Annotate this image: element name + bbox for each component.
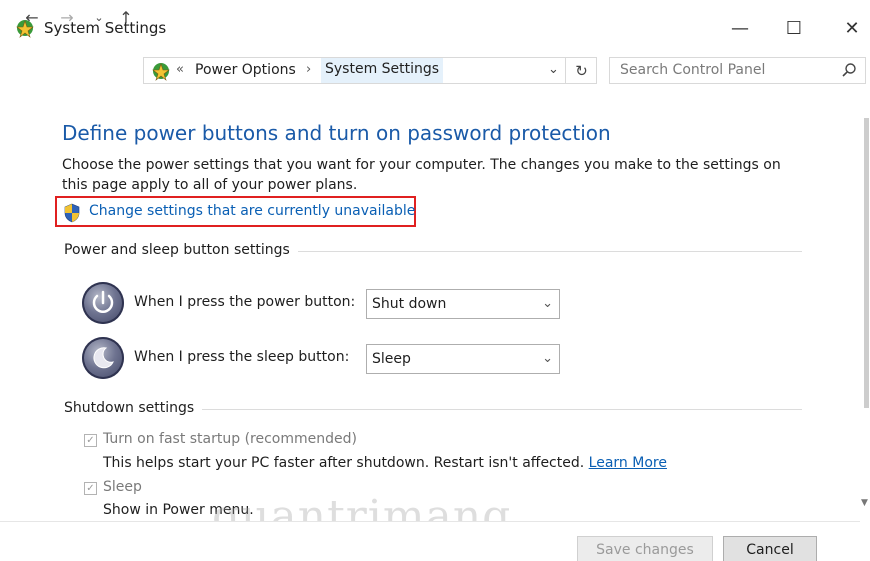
- power-sleep-group-title: Power and sleep button settings: [64, 242, 298, 258]
- fast-startup-description: This helps start your PC faster after sh…: [103, 455, 667, 471]
- sleep-button-select[interactable]: Sleep ⌄: [366, 344, 560, 374]
- sleep-checkbox[interactable]: ✓: [84, 482, 97, 495]
- sleep-checkbox-label: Sleep: [103, 479, 142, 495]
- forward-button[interactable]: →: [56, 6, 78, 28]
- fast-startup-desc-text: This helps start your PC faster after sh…: [103, 455, 585, 471]
- search-box[interactable]: [609, 57, 866, 84]
- power-button-icon: [82, 282, 124, 324]
- maximize-button[interactable]: ☐: [772, 10, 816, 46]
- up-button[interactable]: ↑: [114, 6, 138, 28]
- breadcrumb-overflow[interactable]: «: [176, 62, 184, 77]
- page-title: Define power buttons and turn on passwor…: [62, 121, 611, 145]
- minimize-button[interactable]: —: [718, 10, 762, 46]
- power-button-select[interactable]: Shut down ⌄: [366, 289, 560, 319]
- group-divider: [290, 251, 802, 252]
- breadcrumb-separator[interactable]: ›: [306, 62, 311, 77]
- power-button-label: When I press the power button:: [134, 294, 356, 310]
- breadcrumb-power-options[interactable]: Power Options: [195, 62, 296, 78]
- change-settings-link[interactable]: Change settings that are currently unava…: [89, 203, 415, 219]
- search-input[interactable]: [620, 62, 830, 78]
- back-button[interactable]: ←: [18, 6, 46, 28]
- learn-more-link[interactable]: Learn More: [589, 455, 667, 471]
- power-button-value: Shut down: [372, 296, 447, 312]
- sleep-button-icon: [82, 337, 124, 379]
- chevron-down-icon: ⌄: [542, 351, 553, 366]
- shutdown-group-title: Shutdown settings: [64, 400, 203, 416]
- recent-locations-button[interactable]: ⌄: [88, 6, 110, 28]
- footer-divider: [0, 521, 860, 522]
- cancel-button[interactable]: Cancel: [723, 536, 817, 561]
- save-changes-button[interactable]: Save changes: [577, 536, 713, 561]
- uac-shield-icon: [64, 203, 80, 223]
- breadcrumb-system-settings[interactable]: System Settings: [321, 58, 444, 83]
- scrollbar-thumb[interactable]: [864, 118, 869, 408]
- chevron-down-icon: ⌄: [542, 296, 553, 311]
- control-panel-icon: [152, 63, 170, 81]
- refresh-button[interactable]: ↻: [565, 58, 597, 83]
- address-dropdown-icon[interactable]: ⌄: [548, 62, 559, 77]
- close-button[interactable]: ✕: [830, 10, 870, 46]
- fast-startup-checkbox[interactable]: ✓: [84, 434, 97, 447]
- scroll-down-icon[interactable]: ▼: [861, 498, 868, 508]
- search-icon[interactable]: [841, 62, 857, 78]
- group-divider: [200, 409, 802, 410]
- page-description: Choose the power settings that you want …: [62, 157, 781, 193]
- sleep-button-label: When I press the sleep button:: [134, 349, 350, 365]
- sleep-button-value: Sleep: [372, 351, 411, 367]
- fast-startup-label: Turn on fast startup (recommended): [103, 431, 357, 447]
